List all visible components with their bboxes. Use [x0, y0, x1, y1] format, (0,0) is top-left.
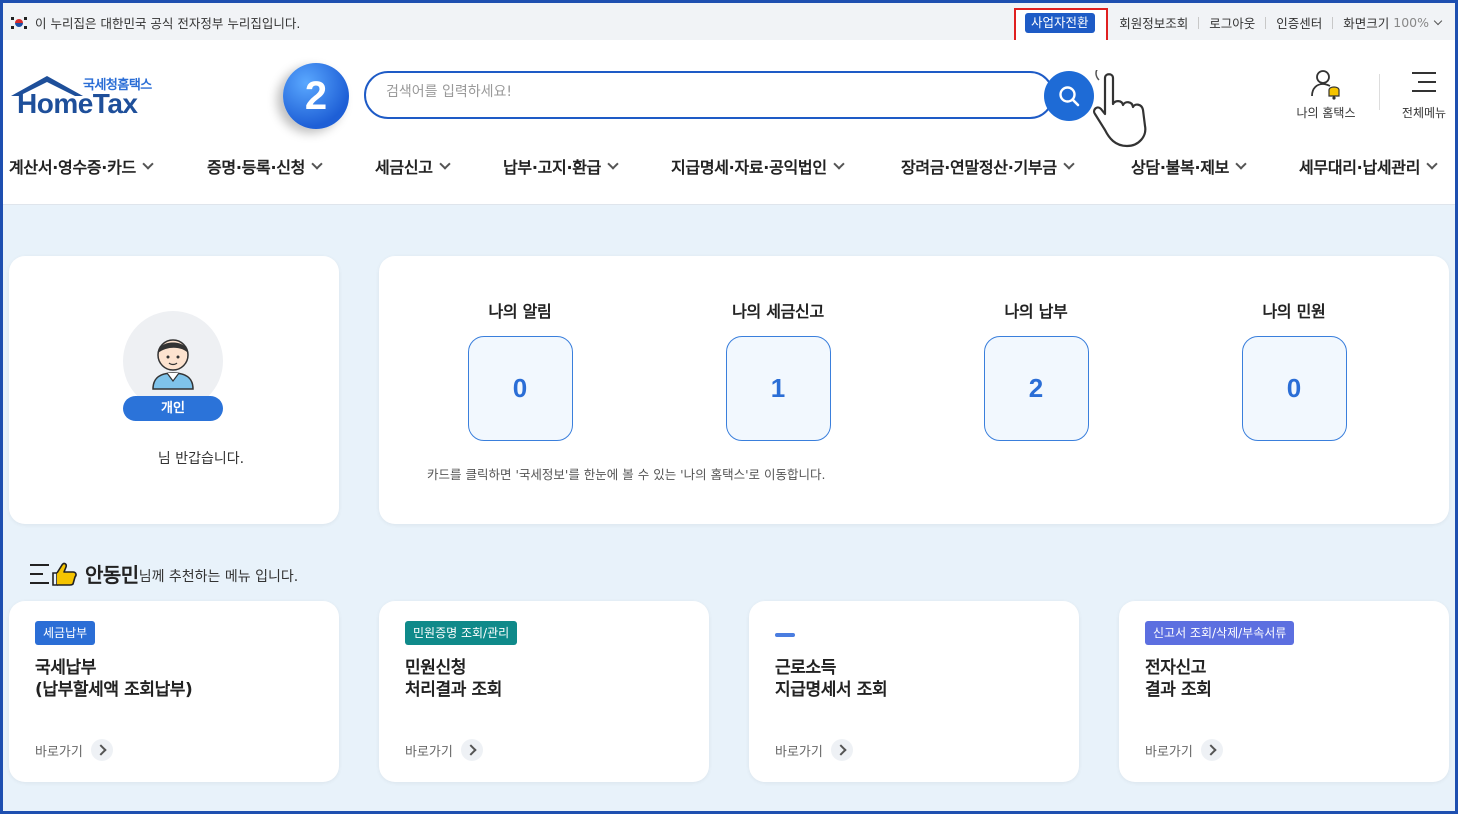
chevron-down-icon: [1235, 158, 1247, 170]
utility-links: 회원정보조회 로그아웃 인증센터 화면크기 100%: [1119, 13, 1443, 32]
step-number-badge: 2: [283, 63, 349, 129]
category-tag: 세금납부: [35, 621, 96, 645]
gov-notice-text: 이 누리집은 대한민국 공식 전자정부 누리집입니다.: [35, 16, 301, 31]
header-divider: [1379, 74, 1380, 110]
recommend-card-petition-result[interactable]: 민원증명 조회/관리 민원신청 처리결과 조회 바로가기: [379, 601, 709, 782]
chevron-down-icon: [142, 158, 154, 170]
search-button[interactable]: [1044, 71, 1094, 121]
cert-center-link[interactable]: 인증센터: [1276, 13, 1322, 32]
zoom-value: 100%: [1393, 15, 1429, 30]
user-type-badge: 개인: [123, 396, 223, 421]
hamburger-menu-icon: [1412, 72, 1436, 92]
card-title: 전자신고 결과 조회: [1145, 658, 1212, 700]
summary-note: 카드를 클릭하면 '국세정보'를 한눈에 볼 수 있는 '나의 홈택스'로 이동…: [427, 467, 826, 482]
recommend-suffix: 님께 추천하는 메뉴 입니다.: [138, 568, 299, 585]
korea-flag-icon: [11, 16, 27, 29]
stat-label: 나의 민원: [1262, 302, 1326, 321]
profile-card: 개인 님 반갑습니다.: [9, 256, 339, 524]
logo-title: HomeTax: [17, 88, 138, 119]
nav-payment-refund[interactable]: 납부·고지·환급: [503, 154, 619, 178]
chevron-down-icon: [607, 158, 619, 170]
browser-frame: 이 누리집은 대한민국 공식 전자정부 누리집입니다. 사업자전환 회원정보조회…: [0, 0, 1458, 814]
my-hometax-label: 나의 홈택스: [1296, 106, 1356, 120]
stat-label: 나의 알림: [488, 302, 552, 321]
shortcut-link[interactable]: 바로가기: [405, 739, 483, 761]
stat-civil-petition[interactable]: 나의 민원 0: [1219, 298, 1369, 441]
zoom-label: 화면크기: [1343, 16, 1390, 31]
nav-tax-agent[interactable]: 세무대리·납세관리: [1299, 154, 1438, 178]
thumbs-up-menu-icon: [30, 562, 77, 586]
chevron-down-icon: [1433, 16, 1443, 25]
category-dash: [775, 633, 795, 637]
member-info-link[interactable]: 회원정보조회: [1119, 13, 1188, 32]
hometax-logo[interactable]: 국세청홈택스 HomeTax: [9, 70, 159, 122]
search-input[interactable]: [386, 84, 1026, 100]
card-title: 국세납부 (납부할세액 조회납부): [35, 658, 193, 700]
all-menu-label: 전체메뉴: [1401, 106, 1447, 120]
recommend-card-e-filing[interactable]: 신고서 조회/삭제/부속서류 전자신고 결과 조회 바로가기: [1119, 601, 1449, 782]
recommend-card-earned-income[interactable]: 근로소득 지급명세서 조회 바로가기: [749, 601, 1079, 782]
user-bell-icon: [1311, 70, 1340, 100]
stat-notifications[interactable]: 나의 알림 0: [445, 298, 595, 441]
gov-notice: 이 누리집은 대한민국 공식 전자정부 누리집입니다.: [11, 13, 300, 32]
chevron-down-icon: [439, 158, 451, 170]
nav-payment-statement[interactable]: 지급명세·자료·공익법인: [671, 154, 845, 178]
shortcut-link[interactable]: 바로가기: [775, 739, 853, 761]
stat-value[interactable]: 0: [1241, 336, 1347, 441]
business-switch-button[interactable]: 사업자전환: [1025, 13, 1095, 33]
chevron-down-icon: [311, 158, 323, 170]
category-tag: 민원증명 조회/관리: [405, 621, 518, 645]
site-header: 국세청홈택스 HomeTax 2 나의 홈택스: [3, 40, 1455, 205]
recommend-user-name: 안동민: [85, 563, 139, 587]
all-menu-button[interactable]: 전체메뉴: [1395, 68, 1453, 121]
card-title: 근로소득 지급명세서 조회: [775, 658, 888, 700]
nav-incentive-yearend[interactable]: 장려금·연말정산·기부금: [901, 154, 1075, 178]
category-tag: 신고서 조회/삭제/부속서류: [1145, 621, 1295, 645]
search-bar: [364, 71, 1054, 119]
stat-value[interactable]: 0: [467, 336, 573, 441]
logout-link[interactable]: 로그아웃: [1209, 13, 1255, 32]
greeting-text: 님 반갑습니다.: [157, 451, 245, 467]
recommend-card-tax-payment[interactable]: 세금납부 국세납부 (납부할세액 조회납부) 바로가기: [9, 601, 339, 782]
stat-label: 나의 납부: [1004, 302, 1068, 321]
stat-label: 나의 세금신고: [732, 302, 824, 321]
main-navigation: 계산서·영수증·카드 증명·등록·신청 세금신고 납부·고지·환급 지급명세·자…: [3, 150, 1455, 180]
stat-value[interactable]: 1: [725, 336, 831, 441]
my-hometax-button[interactable]: 나의 홈택스: [1289, 68, 1363, 121]
stat-tax-filing[interactable]: 나의 세금신고 1: [703, 298, 853, 441]
recommend-heading: 안동민 님께 추천하는 메뉴 입니다.: [29, 559, 298, 588]
chevron-right-icon: [1200, 739, 1223, 761]
pointing-hand-cursor-icon: [1093, 70, 1147, 148]
nav-invoice-receipt-card[interactable]: 계산서·영수증·카드: [9, 154, 154, 178]
search-icon: [1059, 86, 1080, 107]
stat-payment[interactable]: 나의 납부 2: [961, 298, 1111, 441]
nav-certificate-registration[interactable]: 증명·등록·신청: [207, 154, 323, 178]
nav-consult-appeal[interactable]: 상담·불복·제보: [1131, 154, 1247, 178]
zoom-control[interactable]: 화면크기 100%: [1343, 13, 1443, 32]
summary-card: 나의 알림 0 나의 세금신고 1 나의 납부 2 나의 민원 0 카드를 클릭…: [379, 256, 1449, 524]
card-title: 민원신청 처리결과 조회: [405, 658, 502, 700]
chevron-down-icon: [1063, 158, 1075, 170]
stat-value[interactable]: 2: [983, 336, 1089, 441]
chevron-down-icon: [833, 158, 845, 170]
nav-tax-filing[interactable]: 세금신고: [375, 154, 451, 178]
shortcut-link[interactable]: 바로가기: [35, 739, 113, 761]
chevron-right-icon: [90, 739, 113, 761]
chevron-down-icon: [1426, 158, 1438, 170]
chevron-right-icon: [830, 739, 853, 761]
chevron-right-icon: [460, 739, 483, 761]
shortcut-link[interactable]: 바로가기: [1145, 739, 1223, 761]
